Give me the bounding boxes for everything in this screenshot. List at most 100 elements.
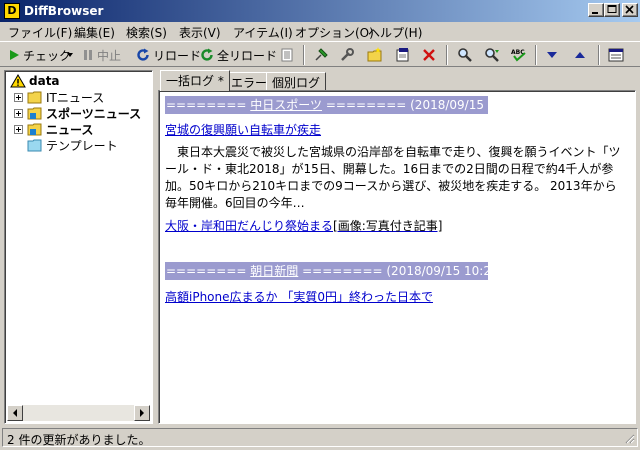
site-header: ======== 中日スポーツ ======== (2018/09/15 10:… [165, 96, 559, 114]
timestamp: (2018/09/15 10:23:31) [410, 98, 547, 112]
tree-panel[interactable]: data ITニュース スポーツニュース ニュース テンプレート [4, 70, 153, 424]
tools-button[interactable] [339, 46, 355, 64]
refresh-all-icon [201, 48, 213, 61]
expand-icon[interactable] [14, 92, 23, 102]
maximize-icon [607, 5, 617, 13]
search-next-button[interactable] [484, 46, 500, 64]
tab-strip: 一括ログ * エラー 個別ログ [158, 70, 638, 91]
expand-icon[interactable] [14, 124, 23, 134]
log-view[interactable]: ======== 中日スポーツ ======== (2018/09/15 10:… [158, 90, 636, 424]
new-folder-button[interactable] [367, 46, 383, 64]
menu-bar: ファイル(F) 編集(E) 検索(S) 表示(V) アイテム(I) オプション(… [0, 22, 640, 41]
spellcheck-icon: ABC [511, 49, 526, 62]
list-view-icon [608, 48, 624, 62]
article-link[interactable]: 高額iPhone広まるか 「実質0円」終わった日本で [165, 288, 433, 305]
chevron-down-icon [67, 53, 73, 57]
tree-root[interactable]: data [10, 73, 60, 89]
check-label: チェック [23, 48, 72, 63]
folder-updated-icon [27, 123, 42, 136]
resize-grip-icon[interactable] [623, 432, 635, 444]
toolbar-separator [535, 45, 537, 65]
spellcheck-button[interactable]: ABC [510, 46, 528, 64]
article-summary: 東日本大震災で被災した宮城県の沿岸部を自転車で走り、復興を願うイベント「ツール・… [165, 145, 621, 210]
menu-item[interactable]: アイテム(I) [233, 24, 293, 41]
reload-all-button[interactable]: 全リロード [200, 46, 277, 64]
close-button[interactable] [622, 3, 638, 17]
article-link[interactable]: 大阪・岸和田だんじり祭始まる [165, 219, 333, 233]
horizontal-scrollbar[interactable] [7, 405, 150, 421]
tree-root-label: data [29, 74, 60, 88]
reload-label: リロード [153, 48, 202, 63]
tab-all-log[interactable]: 一括ログ * [160, 70, 230, 91]
toolbar-separator [598, 45, 600, 65]
toolbar-separator [303, 45, 305, 65]
pin-button[interactable] [313, 46, 329, 64]
tree-item-news[interactable]: ニュース [14, 121, 93, 137]
toolbar-separator [446, 45, 448, 65]
delete-button[interactable] [422, 46, 436, 64]
status-bar: 2 件の更新がありました。 [2, 428, 638, 447]
wrench-icon [341, 48, 354, 61]
check-dropdown[interactable] [67, 46, 74, 64]
minimize-icon [592, 12, 598, 14]
maximize-button[interactable] [604, 3, 620, 17]
stop-button[interactable]: 中止 [82, 46, 121, 64]
reload-button[interactable]: リロード [136, 46, 201, 64]
tab-individual-log[interactable]: 個別ログ [266, 72, 327, 90]
toolbar: チェック 中止 リロード 全リロード ABC [0, 41, 640, 67]
arrow-right-icon [140, 409, 144, 417]
reload-all-label: 全リロード [217, 48, 278, 63]
menu-file[interactable]: ファイル(F) [8, 24, 72, 41]
new-folder-icon [367, 47, 382, 62]
collapse-arrow-icon[interactable]: ▽ [526, 264, 535, 278]
document-button[interactable] [281, 46, 293, 64]
minimize-button[interactable] [588, 3, 604, 17]
rule-left: ======== [166, 264, 247, 278]
collapse-arrow-icon[interactable]: ▽ [550, 98, 559, 112]
scroll-left-button[interactable] [7, 405, 23, 421]
app-icon: D [4, 3, 20, 19]
tree-item-it-news[interactable]: ITニュース [14, 89, 104, 105]
tree-item-template[interactable]: テンプレート [27, 137, 118, 153]
document-icon [281, 48, 293, 62]
warning-icon [10, 74, 26, 88]
status-text: 2 件の更新がありました。 [7, 433, 151, 447]
folder-icon [27, 91, 42, 104]
rule-right: ======== [302, 264, 383, 278]
delete-icon [423, 49, 435, 61]
move-down-button[interactable] [546, 46, 558, 64]
menu-view[interactable]: 表示(V) [179, 24, 221, 41]
site-name-link[interactable]: 朝日新聞 [250, 264, 298, 278]
menu-search[interactable]: 検索(S) [126, 24, 167, 41]
tree-item-sports-news[interactable]: スポーツニュース [14, 105, 141, 121]
stop-label: 中止 [97, 48, 122, 63]
scroll-right-button[interactable] [134, 405, 150, 421]
new-item-button[interactable] [395, 46, 411, 64]
menu-edit[interactable]: 編集(E) [74, 24, 115, 41]
triangle-down-icon [547, 52, 557, 58]
timestamp: (2018/09/15 10:23:32) [386, 264, 523, 278]
check-button[interactable]: チェック [8, 46, 71, 64]
close-icon [625, 5, 634, 14]
tree-item-label: ニュース [46, 122, 94, 137]
move-up-button[interactable] [574, 46, 586, 64]
site-name-link[interactable]: 中日スポーツ [250, 98, 322, 112]
site-header: ======== 朝日新聞 ======== (2018/09/15 10:23… [165, 262, 536, 280]
title-bar[interactable]: D DiffBrowser [0, 0, 640, 22]
search-icon [458, 48, 472, 62]
menu-help[interactable]: ヘルプ(H) [368, 24, 422, 41]
article-link[interactable]: 宮城の復興願い自転車が疾走 [165, 121, 321, 138]
details-view-button[interactable] [608, 46, 624, 64]
search-button[interactable] [457, 46, 473, 64]
rule-left: ======== [166, 98, 247, 112]
arrow-left-icon [13, 409, 17, 417]
refresh-icon [137, 48, 149, 61]
menu-options[interactable]: オプション(O) [295, 24, 374, 41]
folder-updated-icon [27, 107, 42, 120]
rule-right: ======== [325, 98, 407, 112]
tree-item-label: スポーツニュース [46, 106, 142, 121]
article-tag: [画像:写真付き記事] [333, 219, 443, 233]
window-title: DiffBrowser [24, 4, 104, 18]
expand-icon[interactable] [14, 108, 23, 118]
article-link-row: 大阪・岸和田だんじり祭始まる[画像:写真付き記事] [165, 217, 442, 234]
